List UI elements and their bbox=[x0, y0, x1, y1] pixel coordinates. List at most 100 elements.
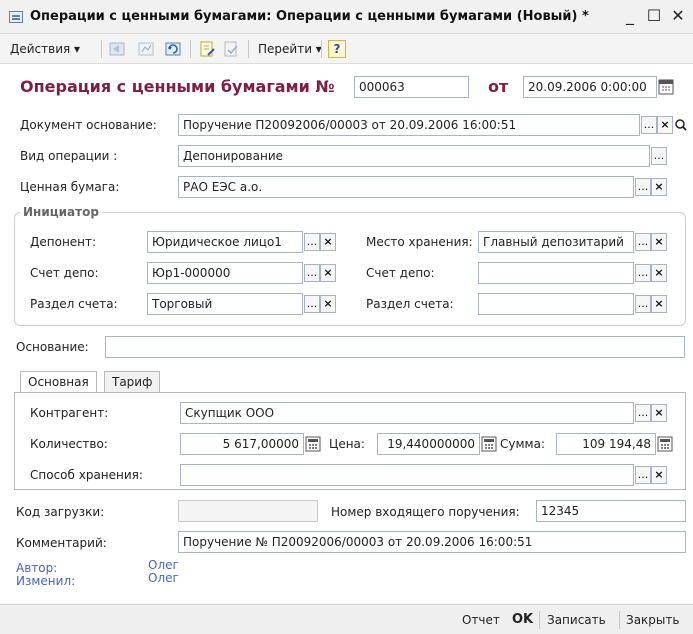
refresh-icon[interactable] bbox=[164, 41, 182, 57]
doc-base-clear-button[interactable]: × bbox=[657, 116, 673, 134]
counterparty-field[interactable]: Скупщик ООО bbox=[180, 402, 634, 424]
section-select-button[interactable]: ... bbox=[304, 295, 320, 313]
save-button[interactable]: Записать bbox=[547, 610, 606, 630]
depositor-field[interactable]: Юридическое лицо1 bbox=[147, 231, 303, 253]
author-label: Автор: bbox=[16, 561, 58, 575]
command-bar: Отчет OK Записать Закрыть bbox=[0, 604, 693, 634]
section-label: Раздел счета: bbox=[30, 297, 118, 311]
security-clear-button[interactable]: × bbox=[651, 178, 667, 196]
account-label: Счет депо: bbox=[30, 266, 99, 280]
tab-tariff[interactable]: Тариф bbox=[104, 371, 161, 393]
help-button[interactable]: ? bbox=[328, 40, 346, 58]
section2-field[interactable] bbox=[478, 293, 634, 315]
security-label: Ценная бумага: bbox=[20, 180, 120, 194]
section-field[interactable]: Торговый bbox=[147, 293, 303, 315]
initiator-group-title: Инициатор bbox=[20, 205, 102, 219]
date-label: от bbox=[488, 77, 509, 96]
counterparty-label: Контрагент: bbox=[30, 406, 109, 420]
security-select-button[interactable]: ... bbox=[635, 178, 651, 196]
account2-clear-button[interactable]: × bbox=[651, 264, 667, 282]
doc-base-label: Документ основание: bbox=[20, 118, 157, 132]
depositor-select-button[interactable]: ... bbox=[304, 233, 320, 251]
tab-main[interactable]: Основная bbox=[20, 371, 97, 393]
load-code-label: Код загрузки: bbox=[16, 505, 105, 519]
storage-method-label: Способ хранения: bbox=[30, 468, 143, 482]
toolbar-separator bbox=[190, 40, 191, 58]
form-heading: Операция с ценными бумагами № bbox=[20, 77, 335, 96]
editor-value: Олег bbox=[148, 571, 179, 585]
toolbar-separator bbox=[248, 40, 249, 58]
calculator-icon[interactable] bbox=[481, 436, 497, 452]
toolbar-separator bbox=[321, 40, 322, 58]
doc-base-field[interactable]: Поручение П20092006/00003 от 20.09.2006 … bbox=[178, 114, 640, 136]
load-code-field bbox=[178, 500, 318, 522]
comment-label: Комментарий: bbox=[16, 536, 107, 550]
basis-label: Основание: bbox=[16, 340, 89, 354]
storage-method-select-button[interactable]: ... bbox=[635, 466, 651, 484]
section2-clear-button[interactable]: × bbox=[651, 295, 667, 313]
calendar-icon[interactable] bbox=[658, 79, 674, 95]
sum-field[interactable]: 109 194,48 bbox=[556, 433, 656, 455]
ok-button[interactable]: OK bbox=[512, 610, 533, 630]
account2-select-button[interactable]: ... bbox=[635, 264, 651, 282]
op-type-label: Вид операции : bbox=[20, 149, 118, 163]
back-icon[interactable] bbox=[108, 41, 126, 57]
section2-label: Раздел счета: bbox=[366, 297, 454, 311]
basis-field[interactable] bbox=[105, 336, 685, 358]
window-title: Операции с ценными бумагами: Операции с … bbox=[30, 9, 589, 24]
counterparty-clear-button[interactable]: × bbox=[651, 404, 667, 422]
depositor-clear-button[interactable]: × bbox=[320, 233, 336, 251]
sum-label: Сумма: bbox=[500, 437, 545, 451]
op-type-select-button[interactable]: ... bbox=[651, 147, 667, 165]
op-type-field[interactable]: Депонирование bbox=[178, 145, 650, 167]
storage-method-field[interactable] bbox=[180, 464, 634, 486]
depositor-label: Депонент: bbox=[30, 235, 97, 249]
quantity-label: Количество: bbox=[30, 437, 108, 451]
account-select-button[interactable]: ... bbox=[304, 264, 320, 282]
price-label: Цена: bbox=[329, 437, 365, 451]
toolbar-separator bbox=[101, 40, 102, 58]
calculator-icon[interactable] bbox=[657, 436, 673, 452]
open-icon[interactable] bbox=[674, 117, 688, 133]
account-clear-button[interactable]: × bbox=[320, 264, 336, 282]
counterparty-select-button[interactable]: ... bbox=[635, 404, 651, 422]
incoming-order-label: Номер входящего поручения: bbox=[331, 505, 520, 519]
price-field[interactable]: 19,440000000 bbox=[377, 433, 480, 455]
document-date-field[interactable]: 20.09.2006 0:00:00 bbox=[523, 76, 657, 98]
incoming-order-field[interactable]: 12345 bbox=[536, 500, 686, 522]
document-edit-icon[interactable] bbox=[198, 41, 216, 57]
account2-label: Счет депо: bbox=[366, 266, 435, 280]
document-number-field[interactable]: 000063 bbox=[354, 76, 469, 98]
maximize-button[interactable]: ☐ bbox=[644, 6, 664, 26]
command-separator bbox=[539, 611, 540, 629]
window: Операции с ценными бумагами: Операции с … bbox=[0, 0, 693, 634]
goto-menu-button[interactable]: Перейти ▾ bbox=[254, 39, 326, 59]
toolbar: Действия ▾ Перейти ▾ ? bbox=[0, 34, 693, 64]
calculator-icon[interactable] bbox=[305, 436, 321, 452]
quantity-field[interactable]: 5 617,00000 bbox=[180, 433, 304, 455]
title-bar: Операции с ценными бумагами: Операции с … bbox=[0, 0, 693, 34]
account-field[interactable]: Юр1-000000 bbox=[147, 262, 303, 284]
report-button[interactable]: Отчет bbox=[462, 610, 500, 630]
section-clear-button[interactable]: × bbox=[320, 295, 336, 313]
doc-base-select-button[interactable]: ... bbox=[641, 116, 657, 134]
actions-menu-button[interactable]: Действия ▾ bbox=[6, 39, 84, 59]
structure-icon[interactable] bbox=[137, 41, 155, 57]
section2-select-button[interactable]: ... bbox=[635, 295, 651, 313]
storage-place-clear-button[interactable]: × bbox=[651, 233, 667, 251]
storage-method-clear-button[interactable]: × bbox=[651, 466, 667, 484]
security-field[interactable]: РАО ЕЭС а.о. bbox=[178, 176, 634, 198]
editor-label: Изменил: bbox=[16, 574, 76, 588]
close-form-button[interactable]: Закрыть bbox=[626, 610, 679, 630]
storage-place-label: Место хранения: bbox=[366, 235, 473, 249]
minimize-button[interactable]: _ bbox=[620, 6, 640, 26]
form-icon bbox=[9, 11, 23, 23]
storage-place-select-button[interactable]: ... bbox=[635, 233, 651, 251]
document-post-icon[interactable] bbox=[222, 41, 240, 57]
author-value: Олег bbox=[148, 558, 179, 572]
storage-place-field[interactable]: Главный депозитарий bbox=[478, 231, 634, 253]
close-button[interactable]: ✕ bbox=[668, 6, 688, 26]
comment-field[interactable]: Поручение № П20092006/00003 от 20.09.200… bbox=[178, 531, 686, 553]
command-separator bbox=[619, 611, 620, 629]
account2-field[interactable] bbox=[478, 262, 634, 284]
